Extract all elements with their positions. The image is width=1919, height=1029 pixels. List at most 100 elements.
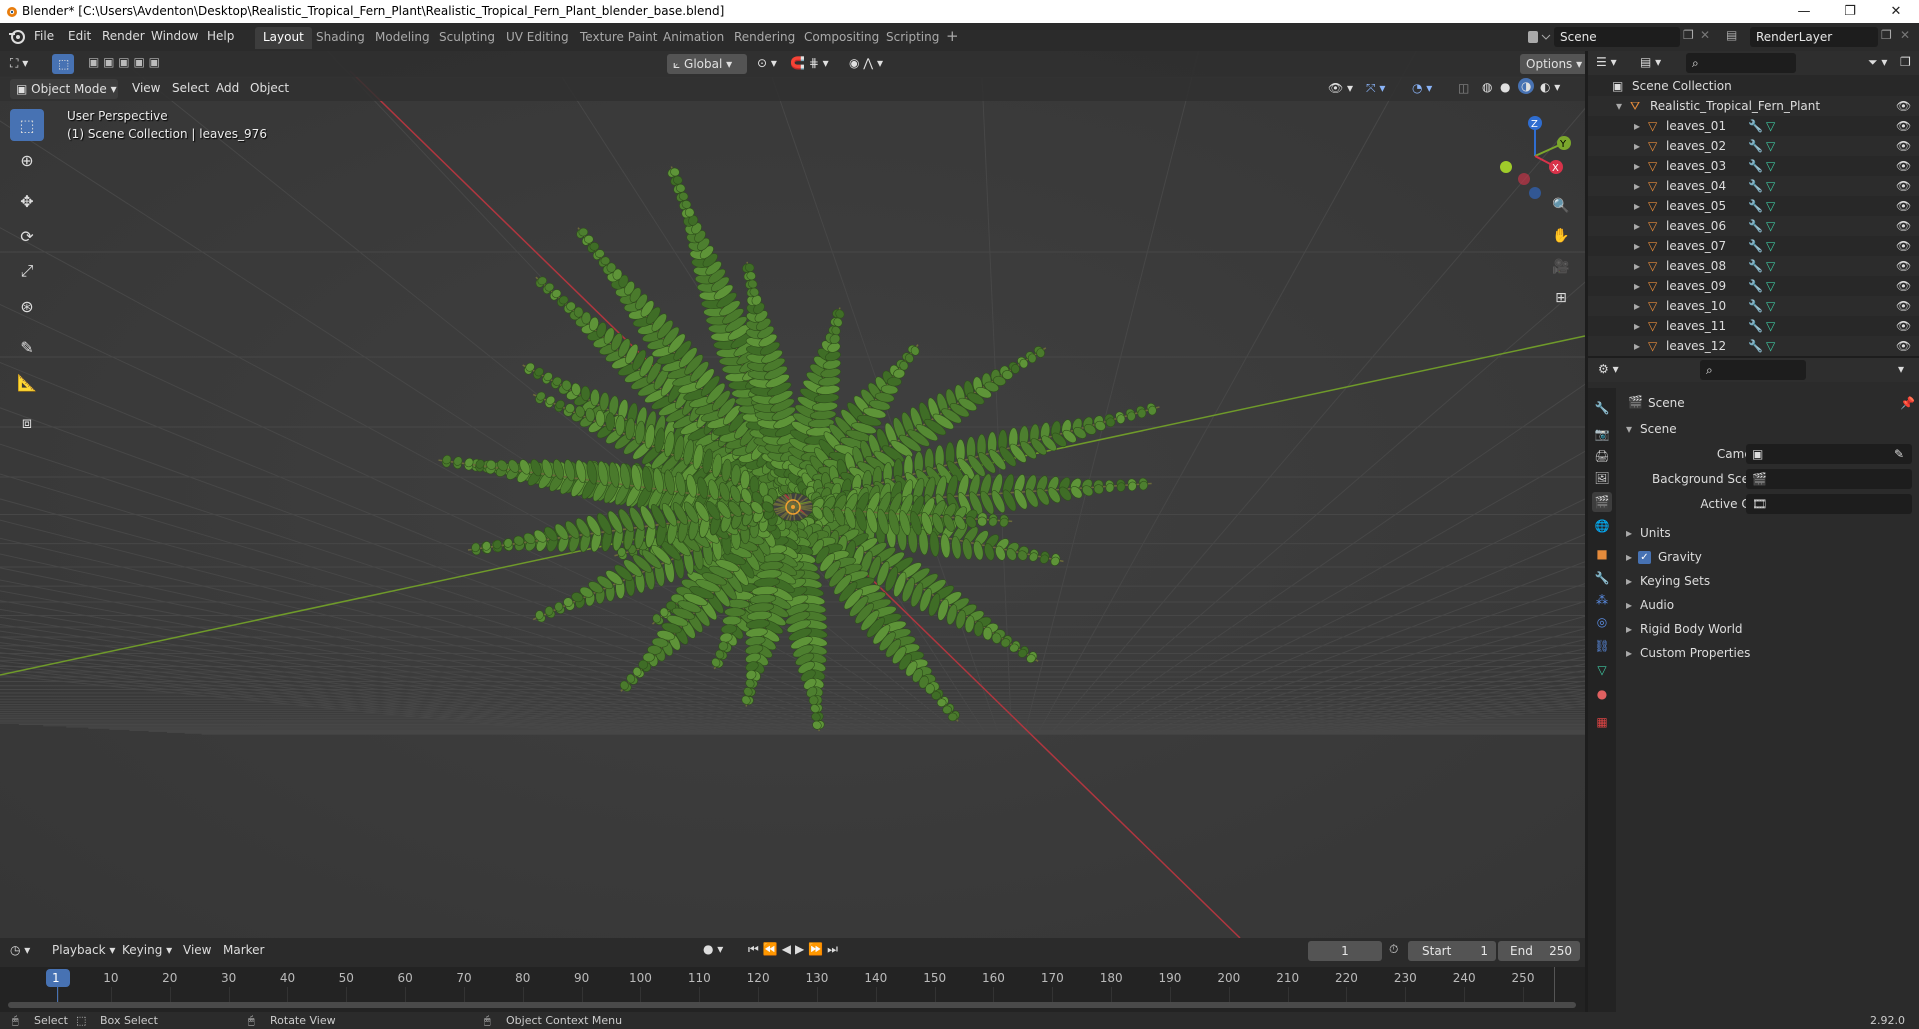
maximize-button[interactable]: ❐ (1827, 0, 1873, 23)
modifier-icon[interactable]: 🔧 (1748, 179, 1763, 193)
visibility-eye-icon[interactable]: 👁 (1896, 179, 1911, 193)
outliner-editor-type-icon[interactable]: ☰ ▾ (1596, 55, 1617, 69)
menu-help[interactable]: Help (207, 29, 234, 43)
outliner-search-field[interactable]: ⌕ (1686, 53, 1796, 73)
outliner-row-object[interactable]: ▸ ▽ leaves_11 🔧 ▽ 👁 (1588, 316, 1919, 336)
camera-field[interactable]: ▣ ✎ (1746, 444, 1912, 464)
xray-toggle-icon[interactable]: ◫ (1458, 81, 1469, 95)
pin-icon[interactable]: 📌 (1900, 396, 1915, 410)
outliner-row-object[interactable]: ▸ ▽ leaves_08 🔧 ▽ 👁 (1588, 256, 1919, 276)
visibility-eye-icon[interactable]: 👁 (1896, 99, 1911, 113)
tab-scripting[interactable]: Scripting (878, 27, 947, 49)
gravity-checkbox[interactable]: ✓ (1638, 551, 1651, 564)
collapse-arrow-icon[interactable]: ▾ (1616, 99, 1622, 113)
options-dropdown[interactable]: Options ▾ (1520, 54, 1585, 74)
mesh-data-icon[interactable]: ▽ (1766, 159, 1775, 173)
output-tab-icon[interactable]: 🖨 (1592, 446, 1612, 466)
expand-arrow-icon[interactable]: ▸ (1634, 279, 1640, 293)
properties-editor-type-icon[interactable]: ⚙ ▾ (1598, 362, 1619, 376)
tab-layout[interactable]: Layout (255, 27, 312, 49)
mesh-data-icon[interactable]: ▽ (1766, 219, 1775, 233)
delete-scene-icon[interactable]: ✕ (1700, 28, 1710, 42)
tab-texture-paint[interactable]: Texture Paint (572, 27, 665, 49)
outliner-row-object[interactable]: ▸ ▽ leaves_02 🔧 ▽ 👁 (1588, 136, 1919, 156)
toggle-ortho-icon[interactable]: ⊞ (1548, 285, 1574, 311)
outliner-row-object[interactable]: ▸ ▽ leaves_07 🔧 ▽ 👁 (1588, 236, 1919, 256)
keying-sets-panel-header[interactable]: ▸ Keying Sets (1622, 570, 1913, 592)
pan-view-icon[interactable]: ✋ (1548, 223, 1574, 249)
physics-tab-icon[interactable]: ◎ (1592, 612, 1612, 632)
tab-compositing[interactable]: Compositing (796, 27, 887, 49)
view-layer-browse-icon[interactable]: ▤ (1726, 28, 1737, 42)
active-clip-field[interactable]: 🎞 (1746, 494, 1912, 514)
outliner-row-object[interactable]: ▸ ▽ leaves_06 🔧 ▽ 👁 (1588, 216, 1919, 236)
modifier-icon[interactable]: 🔧 (1748, 159, 1763, 173)
mode-dropdown[interactable]: ▣ Object Mode ▾ (10, 79, 118, 99)
wireframe-shading-icon[interactable]: ◍ (1482, 80, 1492, 94)
object-tab-icon[interactable]: ■ (1592, 544, 1612, 564)
mesh-data-icon[interactable]: ▽ (1766, 299, 1775, 313)
mesh-data-icon[interactable]: ▽ (1766, 239, 1775, 253)
visibility-eye-icon[interactable]: 👁 (1896, 139, 1911, 153)
viewport-menu-object[interactable]: Object (250, 81, 289, 95)
outliner-row-object[interactable]: ▸ ▽ leaves_03 🔧 ▽ 👁 (1588, 156, 1919, 176)
visibility-eye-icon[interactable]: 👁 (1896, 339, 1911, 353)
zoom-view-icon[interactable]: 🔍 (1548, 193, 1574, 219)
audio-panel-header[interactable]: ▸ Audio (1622, 594, 1913, 616)
mesh-data-icon[interactable]: ▽ (1766, 279, 1775, 293)
gizmo-toggle-icon[interactable]: ⤧ ▾ (1366, 81, 1385, 96)
snap-icon[interactable]: 🧲 ⋕ ▾ (790, 56, 829, 70)
transform-orientation-dropdown[interactable]: ⟀ Global ▾ (667, 54, 747, 74)
delete-view-layer-icon[interactable]: ✕ (1900, 28, 1910, 42)
modifier-icon[interactable]: 🔧 (1748, 299, 1763, 313)
visibility-eye-icon[interactable]: 👁 (1896, 279, 1911, 293)
view-layer-tab-icon[interactable]: 🖼 (1592, 468, 1612, 488)
mesh-data-icon[interactable]: ▽ (1766, 259, 1775, 273)
material-tab-icon[interactable]: ● (1592, 684, 1612, 704)
outliner-row-object[interactable]: ▸ ▽ leaves_05 🔧 ▽ 👁 (1588, 196, 1919, 216)
navigation-gizmo[interactable]: Z Y X (1490, 111, 1580, 201)
editor-type-icon[interactable]: ⛶ ▾ (10, 56, 28, 71)
eyedropper-icon[interactable]: ✎ (1894, 447, 1904, 461)
viewport-menu-view[interactable]: View (132, 81, 160, 95)
scene-browse-icon[interactable] (1526, 28, 1552, 46)
expand-arrow-icon[interactable]: ▸ (1634, 179, 1640, 193)
expand-arrow-icon[interactable]: ▸ (1634, 299, 1640, 313)
annotate-tool-icon[interactable]: ✎ (10, 331, 44, 363)
tool-tab-icon[interactable]: 🔧 (1592, 398, 1612, 418)
tab-uv-editing[interactable]: UV Editing (498, 27, 577, 49)
background-scene-field[interactable]: 🎬 (1746, 469, 1912, 489)
properties-search-field[interactable]: ⌕ (1700, 360, 1806, 380)
modifier-icon[interactable]: 🔧 (1748, 259, 1763, 273)
expand-arrow-icon[interactable]: ▸ (1634, 239, 1640, 253)
expand-arrow-icon[interactable]: ▸ (1634, 119, 1640, 133)
3d-viewport[interactable]: ⛶ ▾ ⬚ ▣ ▣ ▣ ▣ ▣ ⟀ Global ▾ ⊙ ▾ 🧲 ⋕ ▾ ◉ ⋀… (0, 51, 1585, 938)
tab-animation[interactable]: Animation (655, 27, 732, 49)
visibility-eye-icon[interactable]: 👁 (1896, 319, 1911, 333)
outliner-row-object[interactable]: ▸ ▽ leaves_10 🔧 ▽ 👁 (1588, 296, 1919, 316)
tab-sculpting[interactable]: Sculpting (431, 27, 503, 49)
outliner-row-object[interactable]: ▸ ▽ leaves_12 🔧 ▽ 👁 (1588, 336, 1919, 356)
modifier-icon[interactable]: 🔧 (1748, 319, 1763, 333)
expand-arrow-icon[interactable]: ▸ (1634, 319, 1640, 333)
mesh-data-icon[interactable]: ▽ (1766, 119, 1775, 133)
mesh-data-icon[interactable]: ▽ (1766, 339, 1775, 353)
view-layer-name-field[interactable]: RenderLayer (1750, 27, 1878, 47)
expand-arrow-icon[interactable]: ▸ (1634, 139, 1640, 153)
constraints-tab-icon[interactable]: ⛓ (1592, 636, 1612, 656)
modifier-icon[interactable]: 🔧 (1748, 239, 1763, 253)
timeline-scrollbar[interactable] (8, 1002, 1576, 1008)
viewport-menu-select[interactable]: Select (172, 81, 209, 95)
pivot-point-icon[interactable]: ⊙ ▾ (757, 56, 777, 70)
modifier-icon[interactable]: 🔧 (1748, 219, 1763, 233)
menu-render[interactable]: Render (102, 29, 145, 43)
gravity-panel-header[interactable]: ▸ ✓ Gravity (1622, 546, 1913, 568)
tab-rendering[interactable]: Rendering (726, 27, 803, 49)
scene-tab-icon[interactable]: 🎬 (1592, 492, 1612, 512)
visibility-icon[interactable]: 👁 ▾ (1328, 81, 1353, 95)
data-tab-icon[interactable]: ▽ (1592, 660, 1612, 680)
world-tab-icon[interactable]: 🌐 (1592, 516, 1612, 536)
tab-shading[interactable]: Shading (308, 27, 373, 49)
outliner-row-object[interactable]: ▸ ▽ leaves_01 🔧 ▽ 👁 (1588, 116, 1919, 136)
add-workspace-button[interactable]: + (946, 27, 959, 45)
